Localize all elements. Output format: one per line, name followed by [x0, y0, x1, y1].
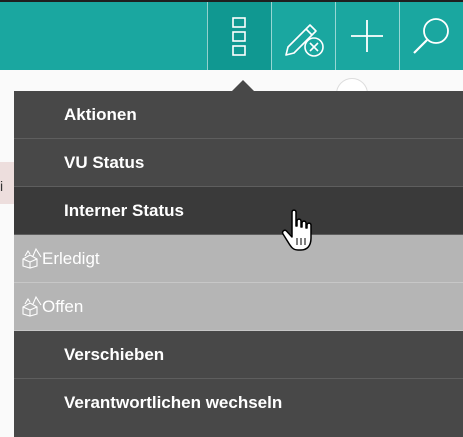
menu-item-label: VU Status [64, 152, 145, 172]
grid-menu-icon [232, 17, 246, 56]
edit-cancel-button[interactable] [271, 2, 335, 70]
menu-item-interner-status[interactable]: Interner Status [14, 187, 463, 235]
plus-icon [351, 20, 383, 52]
background-text-fragment: i [0, 178, 4, 194]
pencil-cancel-icon [285, 24, 324, 57]
menu-item-label: Verantwortlichen wechseln [64, 393, 283, 412]
menu-item-vu-status[interactable]: VU Status [14, 139, 463, 187]
menu-item-erledigt[interactable]: Erledigt [14, 235, 463, 283]
search-button[interactable] [399, 2, 463, 70]
dropdown-menu: Aktionen VU Status Interner Status Erled… [14, 91, 463, 437]
menu-item-label: Interner Status [64, 200, 184, 220]
menu-item-label: Verschieben [64, 344, 165, 364]
toolbar [0, 2, 463, 70]
menu-item-label: Aktionen [64, 104, 137, 124]
menu-item-aktionen[interactable]: Aktionen [14, 91, 463, 139]
shapes-icon [22, 295, 42, 317]
menu-item-verschieben[interactable]: Verschieben [14, 331, 463, 379]
search-icon [413, 18, 449, 54]
menu-button[interactable] [207, 2, 271, 70]
menu-item-verantwortlichen-wechseln[interactable]: Verantwortlichen wechseln [14, 379, 463, 427]
menu-item-label: Erledigt [42, 248, 100, 268]
hand-cursor-icon [281, 209, 312, 251]
add-button[interactable] [335, 2, 399, 70]
menu-item-label: Offen [42, 296, 84, 316]
menu-item-offen[interactable]: Offen [14, 283, 463, 331]
shapes-icon [22, 247, 42, 269]
